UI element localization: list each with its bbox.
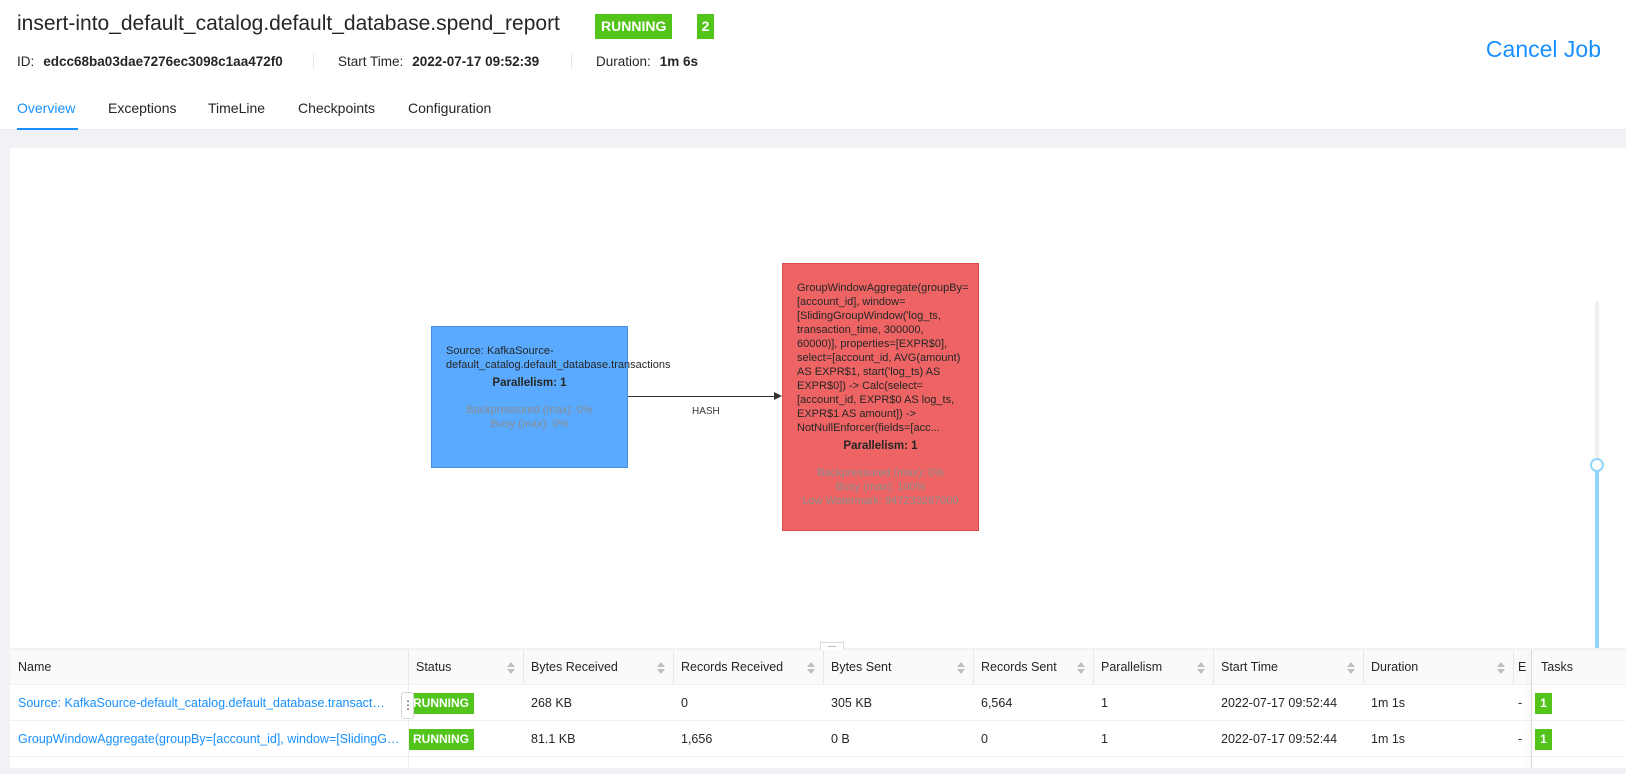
- tab-checkpoints[interactable]: Checkpoints: [298, 100, 375, 116]
- start-time-label: Start Time:: [338, 54, 404, 69]
- running-tasks-badge: 2: [697, 14, 714, 39]
- parallelism: 1: [1101, 696, 1108, 710]
- column-header-tasks: Tasks: [1541, 660, 1573, 674]
- duration-label: Duration:: [596, 54, 651, 69]
- edge-label: HASH: [692, 406, 720, 417]
- graph-node-source[interactable]: Source: KafkaSource-default_catalog.defa…: [431, 326, 671, 468]
- bytes-received: 81.1 KB: [531, 732, 576, 746]
- column-header-end-time[interactable]: E: [1518, 650, 1526, 685]
- node-backpressured: Backpressured (max): 0%: [466, 404, 593, 416]
- table-row[interactable]: Source: KafkaSource-default_catalog.defa…: [10, 685, 1626, 721]
- node-low-watermark: Low Watermark: 947233267000: [802, 495, 959, 507]
- records-received: 0: [681, 696, 688, 710]
- end-time: -: [1518, 732, 1523, 746]
- node-busy: Busy (max): 100%: [835, 481, 926, 493]
- job-start-time: Start Time: 2022-07-17 09:52:39: [338, 54, 539, 69]
- sort-icon[interactable]: [1497, 662, 1505, 674]
- tasks-badge: 1: [1535, 693, 1552, 714]
- duration: 1m 1s: [1371, 732, 1406, 746]
- records-sent: 6,564: [981, 696, 1013, 710]
- column-divider: [523, 650, 524, 685]
- bytes-received: 268 KB: [531, 696, 573, 710]
- column-header-records-received[interactable]: Records Received: [681, 650, 783, 685]
- bytes-sent: 0 B: [831, 732, 850, 746]
- duration-value: 1m 6s: [659, 54, 699, 69]
- meta-divider: [571, 53, 572, 69]
- job-id-value: edcc68ba03dae7276ec3098c1aa472f0: [43, 54, 283, 69]
- graph-edge: [628, 396, 776, 397]
- column-header-start-time[interactable]: Start Time: [1221, 650, 1278, 685]
- column-divider: [1363, 650, 1364, 685]
- sort-icon[interactable]: [657, 662, 665, 674]
- end-time: -: [1518, 696, 1523, 710]
- column-header-parallelism[interactable]: Parallelism: [1101, 650, 1162, 685]
- tasks-badge: 1: [1535, 729, 1552, 750]
- column-header-records-sent[interactable]: Records Sent: [981, 650, 1057, 685]
- column-divider: [1513, 650, 1514, 685]
- job-title: insert-into_default_catalog.default_data…: [17, 12, 560, 35]
- column-header-duration[interactable]: Duration: [1371, 650, 1418, 685]
- sort-icon[interactable]: [507, 662, 515, 674]
- job-id: ID: edcc68ba03dae7276ec3098c1aa472f0: [17, 54, 283, 69]
- tab-exceptions[interactable]: Exceptions: [108, 100, 176, 116]
- sort-icon[interactable]: [1347, 662, 1355, 674]
- status-badge: RUNNING: [408, 729, 474, 750]
- job-graph[interactable]: Source: KafkaSource-default_catalog.defa…: [10, 148, 1626, 648]
- column-divider: [673, 650, 674, 685]
- vertex-name-link[interactable]: GroupWindowAggregate(groupBy=[account_id…: [18, 721, 400, 757]
- edge-arrow-icon: [774, 392, 782, 400]
- records-sent: 0: [981, 732, 988, 746]
- job-tabs: Overview Exceptions TimeLine Checkpoints…: [0, 96, 1626, 130]
- node-parallelism: Parallelism: 1: [492, 377, 567, 389]
- vertex-name-link[interactable]: Source: KafkaSource-default_catalog.defa…: [18, 685, 386, 721]
- job-duration: Duration: 1m 6s: [596, 54, 698, 69]
- node-parallelism: Parallelism: 1: [843, 440, 918, 452]
- column-divider: [973, 650, 974, 685]
- table-header: Name Status Bytes Received Records Recei…: [10, 650, 1626, 685]
- records-received: 1,656: [681, 732, 713, 746]
- start-time: 2022-07-17 09:52:44: [1221, 732, 1338, 746]
- job-header: insert-into_default_catalog.default_data…: [0, 0, 1626, 130]
- active-tab-indicator: [17, 128, 78, 130]
- vertices-table: Name Status Bytes Received Records Recei…: [10, 650, 1626, 768]
- parallelism: 1: [1101, 732, 1108, 746]
- tab-timeline[interactable]: TimeLine: [208, 100, 265, 116]
- node-backpressured: Backpressured (max): 0%: [817, 467, 944, 479]
- job-id-label: ID:: [17, 54, 35, 69]
- column-divider: [823, 650, 824, 685]
- job-detail-page: insert-into_default_catalog.default_data…: [0, 0, 1626, 774]
- duration: 1m 1s: [1371, 696, 1406, 710]
- column-divider: [1213, 650, 1214, 685]
- table-row[interactable]: GroupWindowAggregate(groupBy=[account_id…: [10, 721, 1626, 757]
- column-header-status[interactable]: Status: [416, 650, 451, 685]
- fixed-column-shadow: [1531, 650, 1532, 768]
- sort-icon[interactable]: [807, 662, 815, 674]
- column-header-bytes-received[interactable]: Bytes Received: [531, 650, 618, 685]
- cancel-job-button[interactable]: Cancel Job: [1486, 36, 1601, 63]
- column-header-bytes-sent[interactable]: Bytes Sent: [831, 650, 891, 685]
- column-header-name[interactable]: Name: [18, 650, 51, 685]
- start-time: 2022-07-17 09:52:44: [1221, 696, 1338, 710]
- meta-divider: [313, 53, 314, 69]
- column-divider: [1093, 650, 1094, 685]
- sort-icon[interactable]: [1077, 662, 1085, 674]
- node-description: Source: KafkaSource-default_catalog.defa…: [446, 345, 671, 371]
- tab-overview[interactable]: Overview: [17, 100, 75, 116]
- job-status-badge: RUNNING: [595, 14, 673, 39]
- graph-node-aggregate[interactable]: GroupWindowAggregate(groupBy=[account_id…: [782, 263, 979, 531]
- node-busy: Busy (max): 0%: [490, 418, 569, 430]
- zoom-slider-handle[interactable]: [1590, 458, 1604, 472]
- start-time-value: 2022-07-17 09:52:39: [412, 54, 540, 69]
- zoom-slider-fill: [1595, 463, 1599, 648]
- column-divider: [408, 650, 409, 685]
- column-resize-handle[interactable]: ⋮: [401, 692, 414, 719]
- node-description: GroupWindowAggregate(groupBy=[account_id…: [797, 282, 969, 434]
- status-badge: RUNNING: [408, 693, 474, 714]
- sort-icon[interactable]: [957, 662, 965, 674]
- bytes-sent: 305 KB: [831, 696, 873, 710]
- tab-configuration[interactable]: Configuration: [408, 100, 491, 116]
- sort-icon[interactable]: [1197, 662, 1205, 674]
